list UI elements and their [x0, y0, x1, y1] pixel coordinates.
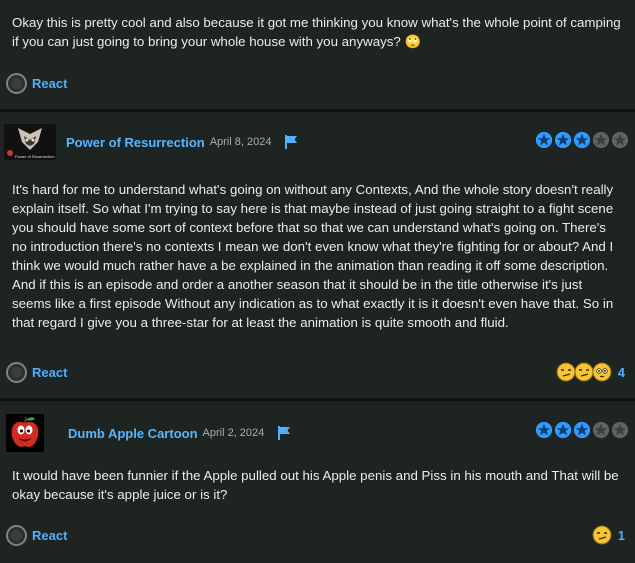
star-filled-icon [535, 131, 553, 149]
avatar-caption: Power of Resurrection [15, 154, 55, 159]
flag-icon[interactable] [283, 134, 299, 150]
star-empty-icon [611, 421, 629, 439]
review-card: Dumb Apple Cartoon April 2, 2024 It woul… [0, 401, 635, 563]
avatar[interactable] [6, 414, 44, 452]
reaction-count: 1 [617, 527, 625, 543]
star-filled-icon [554, 421, 572, 439]
username[interactable]: Power of Resurrection [66, 135, 205, 150]
react-icon [6, 525, 27, 546]
star-empty-icon [611, 131, 629, 149]
react-label: React [32, 76, 68, 91]
react-button[interactable]: React [6, 525, 67, 546]
react-icon [6, 73, 27, 94]
smirk-face-icon [574, 362, 594, 382]
star-filled-icon [573, 421, 591, 439]
star-rating [535, 131, 629, 149]
review-text: Okay this is pretty cool and also becaus… [12, 15, 621, 49]
react-label: React [32, 528, 68, 543]
react-button[interactable]: React [6, 73, 67, 94]
review-text: It's hard for me to understand what's go… [12, 182, 614, 330]
star-empty-icon [592, 421, 610, 439]
review-date: April 2, 2024 [202, 427, 265, 439]
react-label: React [32, 365, 68, 380]
flushed-face-icon [592, 362, 612, 382]
reaction-summary[interactable]: 1 [592, 525, 625, 545]
star-filled-icon [573, 131, 591, 149]
star-rating [535, 421, 629, 439]
react-icon [6, 362, 27, 383]
review-text: It would have been funnier if the Apple … [12, 468, 619, 502]
review-card: Okay this is pretty cool and also becaus… [0, 0, 635, 109]
reaction-count: 4 [617, 364, 625, 380]
avatar[interactable]: Power of Resurrection [4, 124, 56, 160]
review-card: Power of Resurrection Power of Resurrect… [0, 112, 635, 398]
flag-icon[interactable] [276, 425, 292, 441]
star-empty-icon [592, 131, 610, 149]
star-filled-icon [535, 421, 553, 439]
username[interactable]: Dumb Apple Cartoon [68, 426, 198, 441]
smirk-face-icon [556, 362, 576, 382]
reaction-summary[interactable]: 4 [556, 362, 625, 382]
react-button[interactable]: React [6, 362, 67, 383]
review-date: April 8, 2024 [209, 136, 272, 148]
star-filled-icon [554, 131, 572, 149]
smirk-face-icon [592, 525, 612, 545]
